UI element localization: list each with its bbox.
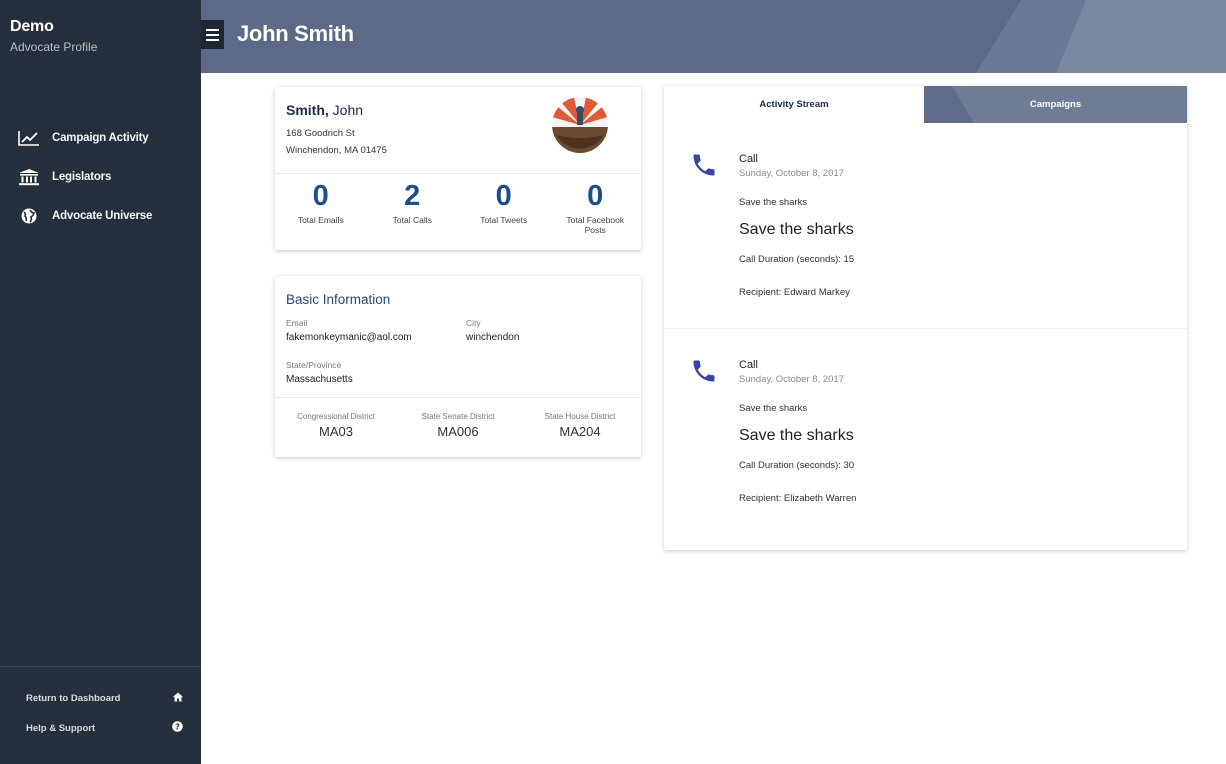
email-value: fakemonkeymanic@aol.com <box>286 332 412 343</box>
district-label: State Senate District <box>421 412 495 421</box>
activity-recipient: Recipient: Elizabeth Warren <box>739 493 857 504</box>
stat-label: Total Tweets <box>480 215 528 225</box>
sidebar-item-legislators[interactable]: Legislators <box>16 157 191 196</box>
activity-campaign: Save the sharks <box>739 197 808 208</box>
globe-icon <box>16 206 42 226</box>
stat-value: 2 <box>404 180 421 212</box>
brand-subtitle: Advocate Profile <box>10 40 98 54</box>
sidebar-footer: Return to Dashboard Help & Support ? <box>0 666 201 764</box>
return-to-dashboard-label: Return to Dashboard <box>26 692 121 704</box>
stat-value: 0 <box>587 180 604 212</box>
stat-label: Total Calls <box>392 215 432 225</box>
basic-information-title: Basic Information <box>286 292 391 307</box>
activity-date: Sunday, October 8, 2017 <box>739 168 844 179</box>
stat-value: 0 <box>495 180 512 212</box>
congressional-district: Congressional District MA03 <box>275 398 397 457</box>
sidebar-item-label: Advocate Universe <box>52 209 153 222</box>
email-label: Email <box>286 318 308 328</box>
activity-entry: Call Sunday, October 8, 2017 Save the sh… <box>664 123 1187 328</box>
advocate-last-name: Smith, <box>286 102 329 118</box>
avatar <box>552 97 608 153</box>
district-label: Congressional District <box>297 412 375 421</box>
activity-entry: Call Sunday, October 8, 2017 Save the sh… <box>664 328 1187 533</box>
state-value: Massachusetts <box>286 374 353 385</box>
brand-title: Demo <box>10 18 54 35</box>
state-senate-district: State Senate District MA006 <box>397 398 519 457</box>
sidebar-item-label: Legislators <box>52 170 112 183</box>
hamburger-icon[interactable] <box>201 20 224 49</box>
tab-decoration <box>924 86 974 123</box>
district-value: MA006 <box>437 424 479 439</box>
sidebar-nav: Campaign Activity Legislators Advocate U… <box>16 118 191 235</box>
stat-total-tweets: 0 Total Tweets <box>458 174 550 250</box>
sidebar: Demo Advocate Profile Campaign Activity … <box>0 0 201 764</box>
state-label: State/Province <box>286 360 342 370</box>
state-house-district: State House District MA204 <box>519 398 641 457</box>
return-to-dashboard-link[interactable]: Return to Dashboard <box>0 683 201 713</box>
page-header: John Smith <box>201 0 1226 73</box>
activity-date: Sunday, October 8, 2017 <box>739 374 844 385</box>
stat-total-facebook-posts: 0 Total Facebook Posts <box>550 174 642 250</box>
activity-recipient: Recipient: Edward Markey <box>739 287 850 298</box>
stats-row: 0 Total Emails 2 Total Calls 0 Total Twe… <box>275 173 641 250</box>
capitol-building-icon <box>16 167 42 187</box>
home-icon <box>173 689 183 707</box>
activity-heading: Save the sharks <box>739 427 854 444</box>
city-label: City <box>466 318 481 328</box>
advocate-name: Smith, John <box>286 102 363 118</box>
activity-heading: Save the sharks <box>739 221 854 238</box>
stat-label: Total Facebook Posts <box>566 215 625 235</box>
sidebar-item-advocate-universe[interactable]: Advocate Universe <box>16 196 191 235</box>
activity-duration: Call Duration (seconds): 15 <box>739 254 855 265</box>
sidebar-item-label: Campaign Activity <box>52 131 149 144</box>
activity-card: Activity Stream Campaigns Call Sunday, O… <box>664 86 1187 550</box>
stat-total-calls: 2 Total Calls <box>367 174 459 250</box>
help-circle-icon: ? <box>172 719 183 737</box>
district-value: MA03 <box>319 424 353 439</box>
page-title: John Smith <box>237 21 354 46</box>
stat-value: 0 <box>312 180 329 212</box>
address-line-2: Winchendon, MA 01475 <box>286 145 387 156</box>
svg-text:?: ? <box>175 723 180 732</box>
city-field: City winchendon <box>466 318 519 343</box>
tab-activity-stream[interactable]: Activity Stream <box>664 86 924 123</box>
profile-card: Smith, John 168 Goodrich St Winchendon, … <box>275 87 641 250</box>
activity-campaign: Save the sharks <box>739 403 808 414</box>
city-value: winchendon <box>466 332 520 343</box>
brand: Demo Advocate Profile <box>10 18 97 54</box>
help-support-link[interactable]: Help & Support ? <box>0 713 201 743</box>
phone-icon <box>690 151 718 179</box>
tab-campaigns[interactable]: Campaigns <box>924 86 1187 123</box>
basic-information-card: Basic Information Email fakemonkeymanic@… <box>275 276 641 457</box>
phone-icon <box>690 357 718 385</box>
sidebar-item-campaign-activity[interactable]: Campaign Activity <box>16 118 191 157</box>
activity-tabs: Activity Stream Campaigns <box>664 86 1187 123</box>
advocate-first-name: John <box>332 102 364 118</box>
stat-label: Total Emails <box>297 215 344 225</box>
state-field: State/Province Massachusetts <box>286 360 353 385</box>
header-decoration <box>976 0 1226 73</box>
line-chart-icon <box>16 128 42 148</box>
district-label: State House District <box>544 412 616 421</box>
activity-type: Call <box>739 153 758 165</box>
district-value: MA204 <box>559 424 601 439</box>
help-support-label: Help & Support <box>26 722 96 734</box>
email-field: Email fakemonkeymanic@aol.com <box>286 318 412 343</box>
address-line-1: 168 Goodrich St <box>286 128 355 139</box>
tab-campaigns-label: Campaigns <box>1029 99 1082 110</box>
districts-row: Congressional District MA03 State Senate… <box>275 397 641 457</box>
activity-duration: Call Duration (seconds): 30 <box>739 460 855 471</box>
stat-total-emails: 0 Total Emails <box>275 174 367 250</box>
activity-type: Call <box>739 359 758 371</box>
